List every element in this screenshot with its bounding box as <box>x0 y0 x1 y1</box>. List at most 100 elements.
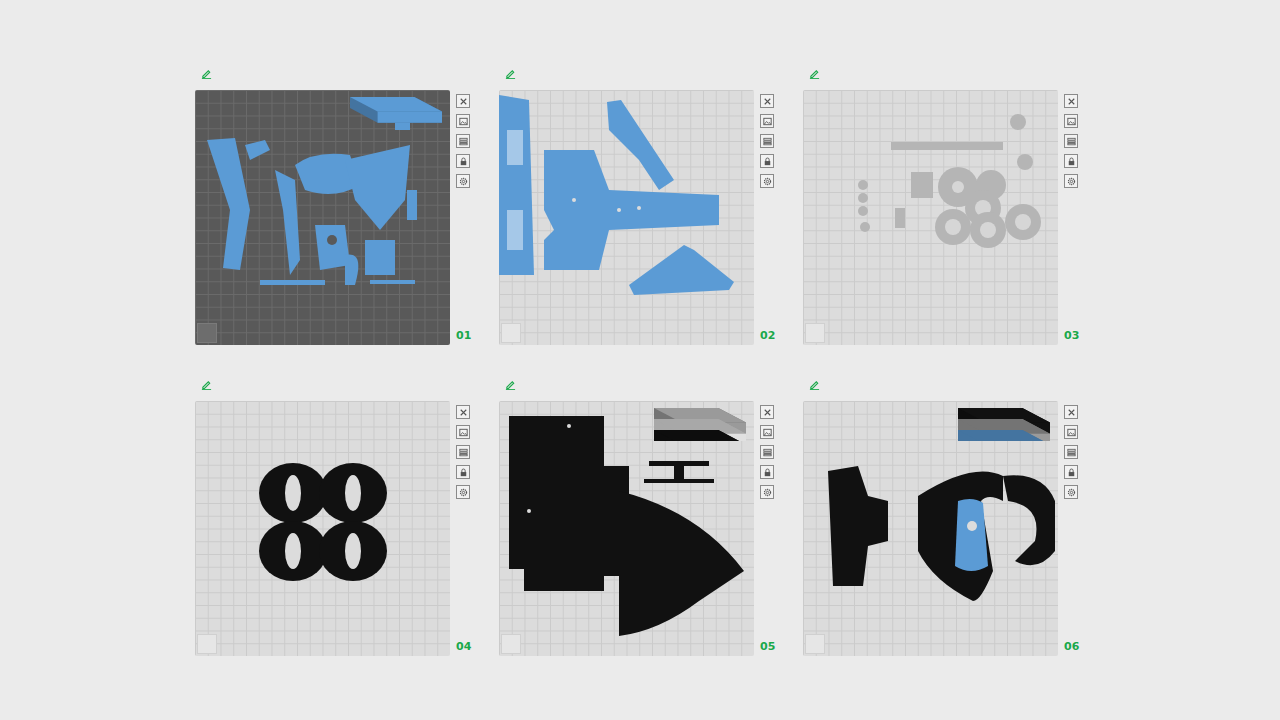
part[interactable] <box>207 138 250 270</box>
part[interactable] <box>507 210 523 250</box>
part[interactable] <box>1005 204 1041 240</box>
part[interactable] <box>935 209 971 245</box>
part[interactable] <box>858 180 868 190</box>
part[interactable] <box>617 208 621 212</box>
plate-tool-button[interactable] <box>456 154 470 168</box>
build-plate[interactable] <box>195 90 450 345</box>
plate-tool-button[interactable] <box>1064 114 1078 128</box>
part[interactable] <box>259 521 327 581</box>
part[interactable] <box>911 172 933 198</box>
plate-tool-button[interactable] <box>760 174 774 188</box>
part[interactable] <box>895 208 905 228</box>
part[interactable] <box>365 240 395 275</box>
part[interactable] <box>245 140 270 160</box>
plate-tool-button[interactable] <box>456 94 470 108</box>
part[interactable] <box>327 235 337 245</box>
part[interactable] <box>945 219 961 235</box>
plate-tool-button[interactable] <box>1064 485 1078 499</box>
plate-tool-button[interactable] <box>1064 405 1078 419</box>
plate-tool-button[interactable] <box>760 114 774 128</box>
part[interactable] <box>275 170 300 275</box>
part[interactable] <box>345 145 410 230</box>
plate-tool-button[interactable] <box>456 405 470 419</box>
plate-card[interactable]: 02 <box>499 64 776 345</box>
part[interactable] <box>1017 154 1033 170</box>
part[interactable] <box>285 533 301 569</box>
part[interactable] <box>858 193 868 203</box>
edit-icon[interactable] <box>505 379 516 390</box>
part[interactable] <box>345 533 361 569</box>
part[interactable] <box>527 509 531 513</box>
plate-tool-button[interactable] <box>456 465 470 479</box>
plate-tool-button[interactable] <box>760 425 774 439</box>
plate-tool-button[interactable] <box>1064 94 1078 108</box>
edit-icon[interactable] <box>201 68 212 79</box>
part[interactable] <box>970 212 1006 248</box>
part[interactable] <box>828 466 888 586</box>
plate-tool-button[interactable] <box>456 485 470 499</box>
part[interactable] <box>955 499 988 571</box>
build-plate[interactable] <box>803 401 1058 656</box>
plate-tool-button[interactable] <box>456 425 470 439</box>
plate-card[interactable]: 01 <box>195 64 472 345</box>
part[interactable] <box>918 472 1003 602</box>
plate-tool-button[interactable] <box>1064 134 1078 148</box>
part[interactable] <box>567 424 571 428</box>
part[interactable] <box>967 521 977 531</box>
plate-tool-button[interactable] <box>1064 425 1078 439</box>
plate-tool-button[interactable] <box>760 485 774 499</box>
plate-card[interactable]: 06 <box>803 375 1080 656</box>
part[interactable] <box>649 461 709 481</box>
plate-tool-button[interactable] <box>760 465 774 479</box>
plate-tool-button[interactable] <box>1064 174 1078 188</box>
part[interactable] <box>499 95 534 275</box>
part[interactable] <box>319 463 387 523</box>
part[interactable] <box>629 245 734 295</box>
build-plate[interactable] <box>803 90 1058 345</box>
part[interactable] <box>407 190 417 220</box>
plate-tool-button[interactable] <box>760 134 774 148</box>
part[interactable] <box>952 181 964 193</box>
part[interactable] <box>858 206 868 216</box>
part[interactable] <box>507 130 523 165</box>
plate-tool-button[interactable] <box>456 445 470 459</box>
build-plate[interactable] <box>499 401 754 656</box>
build-plate[interactable] <box>195 401 450 656</box>
part[interactable] <box>572 198 576 202</box>
part[interactable] <box>319 521 387 581</box>
plate-tool-button[interactable] <box>760 154 774 168</box>
part[interactable] <box>619 491 744 636</box>
part[interactable] <box>285 475 301 511</box>
part[interactable] <box>315 225 350 270</box>
edit-icon[interactable] <box>809 68 820 79</box>
part[interactable] <box>607 100 674 190</box>
part[interactable] <box>370 280 415 284</box>
plate-card[interactable]: 03 <box>803 64 1080 345</box>
part[interactable] <box>1003 475 1055 565</box>
plate-tool-button[interactable] <box>760 94 774 108</box>
plate-card[interactable]: 05 <box>499 375 776 656</box>
plate-tool-button[interactable] <box>456 114 470 128</box>
part[interactable] <box>860 222 870 232</box>
build-plate[interactable] <box>499 90 754 345</box>
plate-tool-button[interactable] <box>456 174 470 188</box>
edit-icon[interactable] <box>201 379 212 390</box>
plate-tool-button[interactable] <box>760 445 774 459</box>
part[interactable] <box>891 142 1003 150</box>
edit-icon[interactable] <box>505 68 516 79</box>
plate-tool-button[interactable] <box>1064 154 1078 168</box>
plate-tool-button[interactable] <box>456 134 470 148</box>
part[interactable] <box>345 475 361 511</box>
part[interactable] <box>509 416 629 591</box>
plate-tool-button[interactable] <box>1064 465 1078 479</box>
part[interactable] <box>644 479 714 483</box>
part[interactable] <box>260 280 325 285</box>
plate-tool-button[interactable] <box>1064 445 1078 459</box>
part[interactable] <box>259 463 327 523</box>
part[interactable] <box>637 206 641 210</box>
plate-tool-button[interactable] <box>760 405 774 419</box>
plate-card[interactable]: 04 <box>195 375 472 656</box>
part[interactable] <box>980 222 996 238</box>
part[interactable] <box>345 254 358 285</box>
part[interactable] <box>1015 214 1031 230</box>
